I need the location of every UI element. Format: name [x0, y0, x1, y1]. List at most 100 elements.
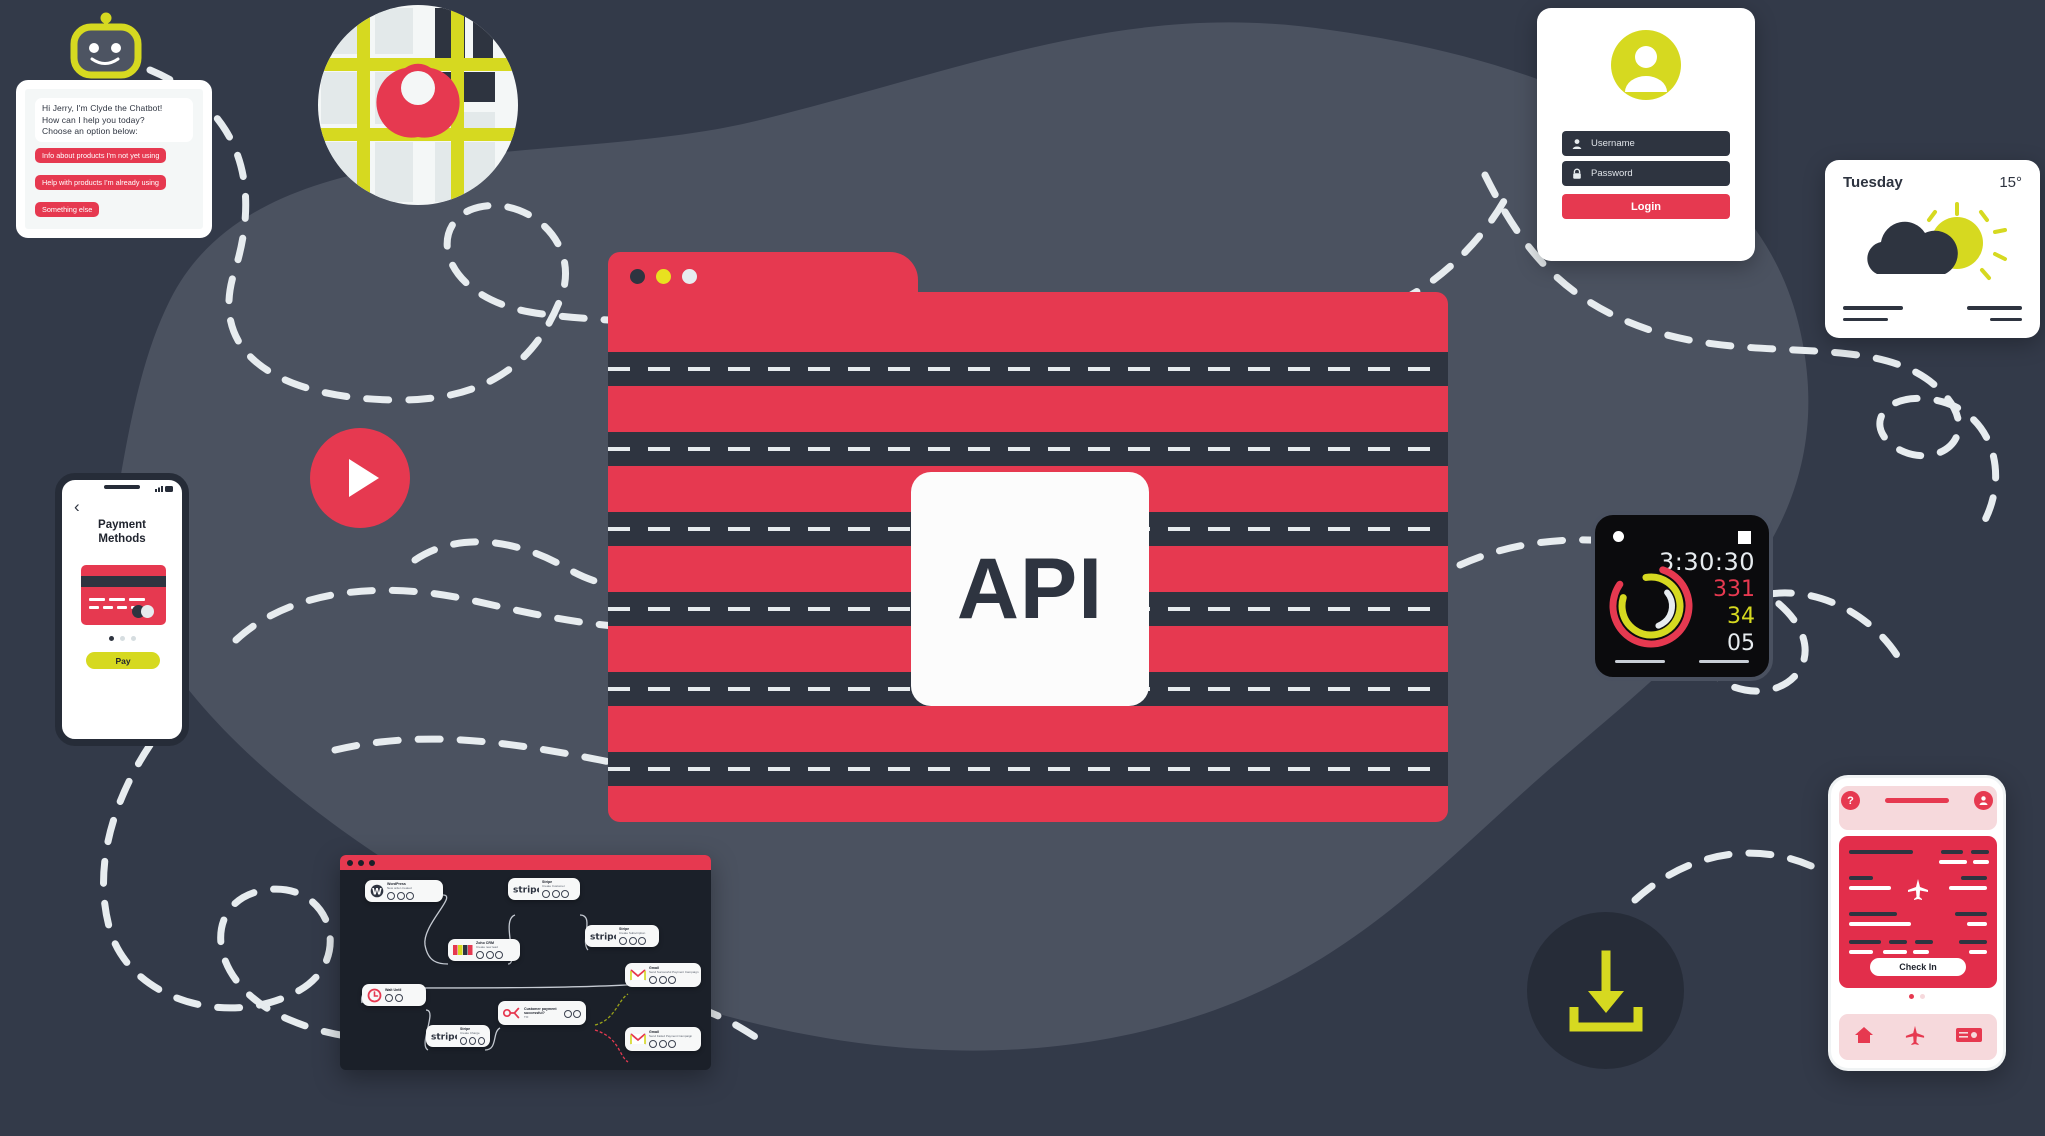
node-title: Customer payment successful? [524, 1006, 557, 1016]
cloud-sun-icon [1867, 202, 2007, 280]
payment-title-line-1: Payment [98, 519, 146, 531]
chatbot-option-1[interactable]: Info about products I'm not yet using [35, 148, 167, 163]
node-subtitle: Send Successful Payment Campaign [649, 969, 699, 974]
node-action-icons[interactable] [460, 1036, 485, 1045]
workflow-node-gmail-success[interactable]: Gmail Send Successful Payment Campaign [625, 963, 701, 987]
boarding-pass-panel: Check In [1839, 836, 1997, 988]
node-action-icons[interactable] [563, 1009, 581, 1018]
placeholder-bar [1849, 850, 1913, 854]
placeholder-bar [1959, 940, 1987, 944]
zoho-crm-icon [453, 944, 473, 956]
lock-icon [1571, 168, 1583, 180]
traffic-light-close[interactable] [347, 860, 353, 866]
payment-title-line-2: Methods [98, 533, 146, 545]
placeholder-bar [1849, 912, 1897, 916]
workflow-node-stripe-customer[interactable]: stripe Stripe Create Customer [508, 878, 580, 900]
password-placeholder: Password [1591, 168, 1633, 179]
chatbot-message-line-2: How can I help you today? [42, 114, 145, 125]
node-action-icons[interactable] [619, 936, 646, 945]
traffic-light-close[interactable] [630, 269, 645, 284]
node-action-icons[interactable] [385, 993, 403, 1002]
credit-card-icon[interactable] [81, 565, 166, 625]
chatbot-widget: Hi Jerry, I'm Clyde the Chatbot! How can… [16, 80, 212, 238]
workflow-node-stripe-charge[interactable]: stripe Stripe Create Charge [426, 1025, 490, 1047]
chatbot-option-2[interactable]: Help with products I'm already using [35, 175, 166, 190]
card-brand-circle-right [141, 605, 154, 618]
workflow-node-wordpress[interactable]: W WordPress New order created [365, 880, 443, 902]
chevron-left-icon[interactable]: ‹ [74, 498, 80, 515]
weather-card: Tuesday 15° [1825, 160, 2040, 338]
node-action-icons[interactable] [476, 950, 503, 959]
weather-detail-bar [1990, 318, 2022, 321]
carousel-dot-2[interactable] [1920, 994, 1925, 999]
node-action-icons[interactable] [387, 891, 414, 900]
airplane-icon [1908, 879, 1928, 900]
workflow-node-gmail-failed[interactable]: Gmail Send Failed Payment Campaign [625, 1027, 701, 1051]
placeholder-bar [1849, 950, 1873, 954]
placeholder-bar [1967, 922, 1987, 926]
traffic-light-maximize[interactable] [369, 860, 375, 866]
robot-head-icon [70, 12, 142, 79]
placeholder-bar [1939, 860, 1967, 864]
workflow-node-decision[interactable]: Customer payment successful? T/F [498, 1001, 586, 1025]
carousel-dot-1[interactable] [1909, 994, 1914, 999]
username-field[interactable]: Username [1562, 131, 1730, 156]
user-account-icon[interactable] [1974, 791, 1993, 810]
traffic-light-minimize[interactable] [358, 860, 364, 866]
download-arrow-icon[interactable] [1527, 912, 1684, 1069]
signal-bars-icon [155, 485, 173, 492]
road-stripe [608, 432, 1448, 466]
wordpress-icon: W [370, 884, 384, 898]
home-icon[interactable] [1854, 1025, 1874, 1050]
traffic-light-maximize[interactable] [682, 269, 697, 284]
road-stripe [608, 352, 1448, 386]
placeholder-bar [1849, 876, 1873, 880]
placeholder-bar [1941, 850, 1963, 854]
carousel-dot-3[interactable] [130, 636, 136, 641]
carousel-dot-1[interactable] [108, 636, 114, 641]
road-dashes [608, 767, 1448, 771]
bottom-navigation [1839, 1014, 1997, 1060]
gmail-icon [630, 1033, 646, 1045]
play-button-icon[interactable] [310, 428, 410, 528]
flights-icon[interactable] [1905, 1025, 1925, 1050]
weather-detail-bar [1843, 318, 1888, 321]
node-title: Wait Until [385, 988, 402, 993]
placeholder-bar [1889, 940, 1907, 944]
payment-carousel-dots[interactable] [62, 636, 182, 641]
login-button[interactable]: Login [1562, 194, 1730, 219]
node-action-icons[interactable] [649, 1039, 692, 1048]
ticket-icon[interactable] [1955, 1027, 1982, 1048]
chatbot-message-bubble: Hi Jerry, I'm Clyde the Chatbot! How can… [35, 98, 193, 142]
question-mark-icon[interactable]: ? [1841, 791, 1860, 810]
card-number-group [129, 598, 145, 601]
svg-text:stripe: stripe [513, 886, 539, 894]
card-number-group [109, 598, 125, 601]
checkin-carousel-dots[interactable] [1831, 994, 2003, 999]
node-subtitle: Create new lead [476, 944, 498, 949]
workflow-automation-window: W WordPress New order created stripe Str… [340, 855, 711, 1070]
workflow-node-stripe-subscription[interactable]: stripe Stripe Create Subscription [585, 925, 659, 947]
placeholder-bar [1913, 950, 1929, 954]
traffic-light-minimize[interactable] [656, 269, 671, 284]
placeholder-bar [1969, 950, 1987, 954]
placeholder-bar [1915, 940, 1933, 944]
api-label: API [956, 540, 1104, 637]
placeholder-bar [1971, 850, 1989, 854]
carousel-dot-2[interactable] [119, 636, 125, 641]
weather-temperature: 15° [1999, 174, 2022, 191]
pay-button[interactable]: Pay [86, 652, 160, 669]
login-card: Username Password Login [1537, 8, 1755, 261]
node-action-icons[interactable] [542, 889, 569, 898]
chatbot-option-3[interactable]: Something else [35, 202, 100, 217]
user-icon [1571, 138, 1583, 150]
password-field[interactable]: Password [1562, 161, 1730, 186]
workflow-node-zoho-crm[interactable]: Zoho CRM Create new lead [448, 939, 520, 961]
node-subtitle: Create Customer [542, 883, 565, 888]
placeholder-bar [1949, 886, 1987, 890]
workflow-node-wait-until[interactable]: Wait Until [362, 984, 426, 1006]
weather-detail-bar [1843, 306, 1903, 310]
node-action-icons[interactable] [649, 975, 696, 984]
check-in-button[interactable]: Check In [1870, 958, 1966, 976]
gmail-icon [630, 969, 646, 981]
